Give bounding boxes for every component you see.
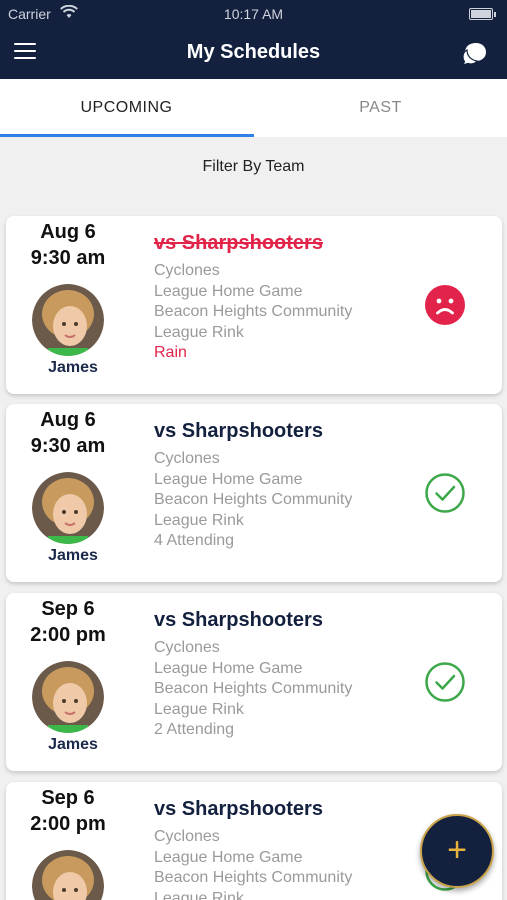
event-date: Sep 6 2:00 pm: [6, 785, 130, 837]
event-note: Rain: [154, 344, 187, 362]
page-title: My Schedules: [186, 41, 321, 63]
event-date: Aug 6 9:30 am: [6, 407, 130, 459]
event-day: Sep 6: [41, 598, 95, 620]
event-card[interactable]: Sep 6 2:00 pm James vs Sharpshooters Cyc…: [6, 593, 502, 771]
event-team: Cyclones: [154, 639, 220, 656]
event-location: Beacon Heights Community: [154, 491, 353, 509]
tab-past[interactable]: PAST: [254, 79, 507, 137]
player-name: James: [48, 359, 98, 376]
event-opponent: vs Sharpshooters: [154, 420, 323, 442]
event-date: Sep 6 2:00 pm: [6, 596, 130, 648]
player-name: James: [48, 736, 98, 753]
chat-bubbles-icon[interactable]: [461, 39, 489, 67]
event-location-line2: League Rink: [154, 323, 244, 341]
event-game-type: League Home Game: [154, 659, 303, 677]
event-opponent: vs Sharpshooters: [154, 798, 323, 820]
event-details: Cyclones League Home Game Beacon Heights…: [154, 638, 352, 741]
event-note: 2 Attending: [154, 721, 235, 739]
status-bar: Carrier 10:17 AM: [0, 0, 507, 28]
event-day: Sep 6: [41, 787, 95, 809]
event-location-line2: League Rink: [154, 700, 244, 718]
sad-face-icon[interactable]: [424, 284, 466, 326]
event-team: Cyclones: [154, 450, 220, 467]
event-game-type: League Home Game: [154, 282, 303, 300]
avatar: [32, 661, 104, 733]
event-details: Cyclones League Home Game Beacon Heights…: [154, 261, 352, 364]
check-circle-icon[interactable]: [424, 472, 466, 514]
player-name: James: [48, 547, 98, 564]
event-day: Aug 6: [40, 409, 96, 431]
event-game-type: League Home Game: [154, 470, 303, 488]
avatar: [32, 472, 104, 544]
tab-upcoming[interactable]: UPCOMING: [0, 79, 253, 137]
event-opponent: vs Sharpshooters: [154, 609, 323, 631]
filter-by-team-button[interactable]: Filter By Team: [0, 158, 507, 176]
event-day: Aug 6: [40, 221, 96, 243]
active-tab-indicator: [0, 134, 254, 137]
event-team: Cyclones: [154, 828, 220, 845]
event-card[interactable]: Aug 6 9:30 am James vs Sharpshooters Cyc…: [6, 216, 502, 394]
event-card[interactable]: Aug 6 9:30 am James vs Sharpshooters Cyc…: [6, 404, 502, 582]
event-details: Cyclones League Home Game Beacon Heights…: [154, 827, 352, 900]
event-location: Beacon Heights Community: [154, 680, 353, 698]
add-icon: +: [447, 831, 467, 869]
event-location-line2: League Rink: [154, 889, 244, 900]
status-time: 10:17 AM: [223, 6, 284, 22]
event-opponent: vs Sharpshooters: [154, 232, 323, 254]
event-game-type: League Home Game: [154, 848, 303, 866]
event-location: Beacon Heights Community: [154, 303, 353, 321]
battery-icon: [469, 8, 496, 20]
event-time: 2:00 pm: [30, 813, 106, 835]
event-team: Cyclones: [154, 262, 220, 279]
add-event-button[interactable]: +: [420, 814, 494, 888]
event-location: Beacon Heights Community: [154, 869, 353, 887]
event-time: 9:30 am: [30, 435, 106, 457]
event-date: Aug 6 9:30 am: [6, 219, 130, 271]
check-circle-icon[interactable]: [424, 661, 466, 703]
event-time: 2:00 pm: [30, 624, 106, 646]
event-note: 4 Attending: [154, 532, 235, 550]
event-details: Cyclones League Home Game Beacon Heights…: [154, 449, 352, 552]
tab-bar: UPCOMING PAST: [0, 79, 507, 137]
event-location-line2: League Rink: [154, 511, 244, 529]
avatar: [32, 284, 104, 356]
nav-bar: My Schedules: [0, 28, 507, 79]
avatar: [32, 850, 104, 900]
event-time: 9:30 am: [30, 247, 106, 269]
